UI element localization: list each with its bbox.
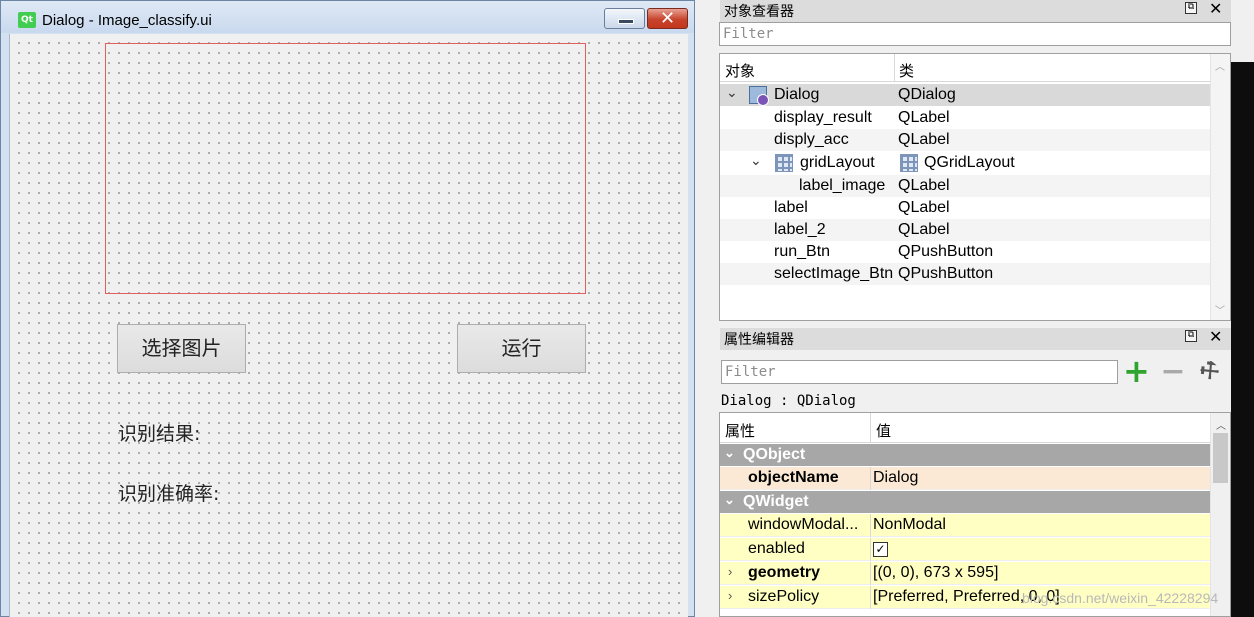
- close-icon[interactable]: ✕: [1209, 0, 1222, 18]
- prop-row-objectname[interactable]: objectName Dialog: [720, 467, 1210, 490]
- tree-item-name: label_2: [774, 221, 826, 238]
- dialog-icon: [749, 86, 769, 106]
- object-tree[interactable]: 对象 类 ⌄ Dialog QDialog display_result QLa…: [719, 53, 1231, 321]
- run-button[interactable]: 运行: [457, 324, 586, 373]
- form-canvas[interactable]: 选择图片 运行 识别结果: 识别准确率:: [9, 34, 688, 617]
- object-column-header[interactable]: 对象: [725, 60, 755, 81]
- object-filter-input[interactable]: Filter: [719, 22, 1231, 46]
- remove-property-icon[interactable]: −: [1160, 357, 1186, 387]
- tree-item-name: selectImage_Btn: [774, 265, 894, 282]
- prop-value[interactable]: NonModal: [873, 516, 946, 534]
- label-image-box[interactable]: [105, 43, 586, 294]
- chevron-down-icon[interactable]: ⌄: [750, 152, 762, 169]
- accuracy-label[interactable]: 识别准确率:: [118, 479, 219, 506]
- tree-item-class: QGridLayout: [924, 154, 1015, 171]
- tree-item-name: Dialog: [774, 86, 820, 103]
- property-header: 属性 值: [720, 413, 1210, 443]
- property-scrollbar[interactable]: ︿: [1210, 413, 1230, 616]
- scroll-up-icon[interactable]: ︿: [1216, 417, 1226, 432]
- group-qwidget[interactable]: ⌄ QWidget: [720, 491, 1210, 513]
- object-inspector-titlebar[interactable]: 对象查看器 ⧉ ✕: [720, 0, 1231, 22]
- tree-item-name: run_Btn: [774, 243, 831, 260]
- tree-item-class: QLabel: [898, 131, 950, 148]
- tree-item-class: QLabel: [898, 109, 950, 126]
- close-icon: ✕: [659, 8, 676, 29]
- chevron-down-icon[interactable]: ⌄: [726, 84, 738, 101]
- grid-layout-icon: [900, 154, 918, 172]
- chevron-right-icon[interactable]: ›: [728, 564, 732, 579]
- tree-item-class: QLabel: [898, 199, 950, 216]
- tree-row-run-btn[interactable]: run_Btn QPushButton: [720, 241, 1210, 263]
- prop-value[interactable]: [(0, 0), 673 x 595]: [873, 564, 998, 582]
- tree-item-class: QPushButton: [898, 265, 994, 282]
- property-editor-titlebar[interactable]: 属性编辑器 ⧉ ✕: [720, 327, 1231, 350]
- tree-row-label-2[interactable]: label_2 QLabel: [720, 219, 1210, 241]
- tree-row-selectimage-btn[interactable]: selectImage_Btn QPushButton: [720, 263, 1210, 285]
- form-titlebar[interactable]: Qt Dialog - Image_classify.ui ✕: [1, 1, 694, 33]
- tree-item-name: gridLayout: [800, 154, 875, 171]
- tree-item-class: QDialog: [898, 86, 956, 103]
- scroll-thumb[interactable]: [1213, 433, 1228, 483]
- prop-name: enabled: [748, 540, 805, 557]
- prop-row-enabled[interactable]: enabled ✓: [720, 538, 1210, 561]
- add-property-icon[interactable]: +: [1123, 355, 1150, 387]
- scroll-down-icon[interactable]: ﹀: [1215, 302, 1225, 317]
- prop-value[interactable]: Dialog: [873, 469, 918, 487]
- prop-name: objectName: [748, 469, 839, 486]
- qt-logo-icon: Qt: [18, 12, 36, 28]
- prop-row-geometry[interactable]: › geometry [(0, 0), 673 x 595]: [720, 562, 1210, 585]
- prop-name: windowModal...: [748, 516, 859, 533]
- object-inspector-title: 对象查看器: [724, 4, 794, 20]
- watermark: blog.csdn.net/weixin_42228294: [1022, 590, 1219, 606]
- minimize-button[interactable]: [604, 8, 645, 29]
- class-column-header[interactable]: 类: [899, 60, 914, 81]
- float-icon[interactable]: ⧉: [1185, 2, 1197, 14]
- result-label[interactable]: 识别结果:: [118, 419, 200, 446]
- group-qobject[interactable]: ⌄ QObject: [720, 444, 1210, 466]
- enabled-checkbox[interactable]: ✓: [873, 542, 888, 557]
- close-icon[interactable]: ✕: [1209, 327, 1222, 346]
- tree-item-name: display_result: [774, 109, 872, 126]
- close-button[interactable]: ✕: [647, 8, 688, 29]
- tree-item-class: QPushButton: [898, 243, 994, 260]
- tree-row-label[interactable]: label QLabel: [720, 197, 1210, 219]
- tree-item-class: QLabel: [898, 177, 950, 194]
- property-editor-title: 属性编辑器: [724, 332, 794, 348]
- value-column-header[interactable]: 值: [876, 420, 891, 441]
- form-window: Qt Dialog - Image_classify.ui ✕ 选择图片 运行 …: [0, 0, 695, 617]
- group-name: QWidget: [743, 493, 809, 510]
- property-filter-input[interactable]: Filter: [721, 360, 1118, 384]
- tree-row-gridlayout[interactable]: ⌄ gridLayout QGridLayout: [720, 152, 1210, 174]
- chevron-right-icon[interactable]: ›: [728, 588, 732, 603]
- tree-item-name: disply_acc: [774, 131, 849, 148]
- grid-layout-icon: [775, 154, 793, 172]
- tree-row-disply-acc[interactable]: disply_acc QLabel: [720, 129, 1210, 151]
- float-icon[interactable]: ⧉: [1185, 330, 1197, 342]
- tree-item-name: label: [774, 199, 808, 216]
- background-strip: [1231, 62, 1254, 617]
- tree-header: 对象 类: [720, 54, 1210, 82]
- prop-name: sizePolicy: [748, 588, 820, 605]
- tree-item-class: QLabel: [898, 221, 950, 238]
- tree-row-display-result[interactable]: display_result QLabel: [720, 107, 1210, 129]
- tree-scrollbar[interactable]: ︿ ﹀: [1210, 54, 1230, 320]
- tree-row-label-image[interactable]: label_image QLabel: [720, 175, 1210, 197]
- chevron-down-icon[interactable]: ⌄: [724, 445, 735, 461]
- prop-name: geometry: [748, 564, 821, 581]
- object-info-label: Dialog : QDialog: [721, 393, 856, 409]
- prop-row-windowmodality[interactable]: windowModal... NonModal: [720, 514, 1210, 537]
- scroll-up-icon[interactable]: ︿: [1215, 58, 1225, 73]
- select-image-button[interactable]: 选择图片: [117, 324, 246, 373]
- tree-item-name: label_image: [799, 177, 886, 194]
- group-name: QObject: [743, 446, 806, 463]
- tree-row-dialog[interactable]: ⌄ Dialog QDialog: [720, 84, 1210, 106]
- property-column-header[interactable]: 属性: [725, 420, 755, 441]
- property-table[interactable]: 属性 值 ⌄ QObject objectName Dialog ⌄ QWidg…: [719, 412, 1231, 617]
- chevron-down-icon[interactable]: ⌄: [724, 492, 735, 508]
- window-title: Dialog - Image_classify.ui: [42, 12, 212, 29]
